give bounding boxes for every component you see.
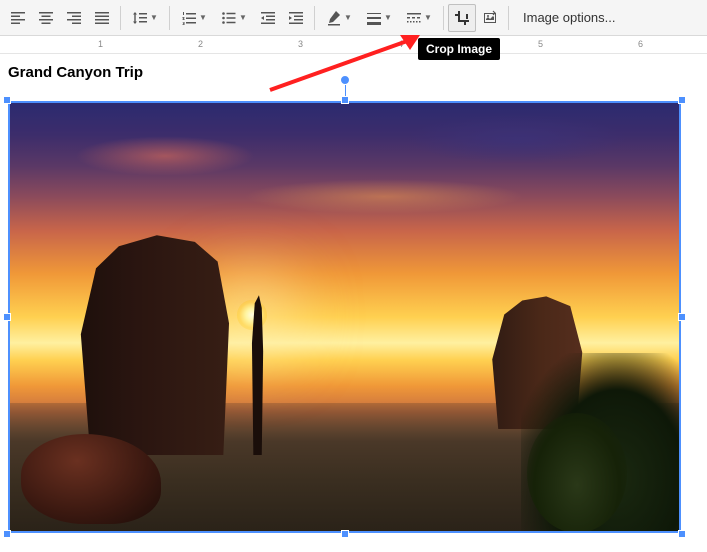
resize-handle-middle-right[interactable]	[678, 313, 686, 321]
toolbar-separator	[443, 6, 444, 30]
formatting-toolbar: ▼ ▼ ▼ ▼ ▼ ▼ Image options...	[0, 0, 707, 36]
chevron-down-icon: ▼	[384, 13, 392, 22]
resize-handle-top-left[interactable]	[3, 96, 11, 104]
border-color-button[interactable]: ▼	[319, 4, 359, 32]
chevron-down-icon: ▼	[150, 13, 158, 22]
rotate-handle[interactable]	[340, 75, 350, 85]
toolbar-separator	[508, 6, 509, 30]
numbered-list-button[interactable]: ▼	[174, 4, 214, 32]
resize-handle-bottom-middle[interactable]	[341, 530, 349, 538]
border-dash-button[interactable]: ▼	[399, 4, 439, 32]
toolbar-separator	[169, 6, 170, 30]
border-weight-button[interactable]: ▼	[359, 4, 399, 32]
increase-indent-button[interactable]	[282, 4, 310, 32]
align-right-button[interactable]	[60, 4, 88, 32]
resize-handle-bottom-right[interactable]	[678, 530, 686, 538]
horizontal-ruler: 1 2 3 4 5 6	[0, 36, 707, 54]
chevron-down-icon: ▼	[424, 13, 432, 22]
image-options-button[interactable]: Image options...	[513, 10, 626, 25]
bulleted-list-button[interactable]: ▼	[214, 4, 254, 32]
resize-handle-bottom-left[interactable]	[3, 530, 11, 538]
chevron-down-icon: ▼	[344, 13, 352, 22]
selection-border	[8, 101, 681, 533]
toolbar-separator	[314, 6, 315, 30]
align-center-button[interactable]	[32, 4, 60, 32]
align-justify-button[interactable]	[88, 4, 116, 32]
chevron-down-icon: ▼	[199, 13, 207, 22]
align-left-button[interactable]	[4, 4, 32, 32]
decrease-indent-button[interactable]	[254, 4, 282, 32]
document-title: Grand Canyon Trip	[8, 64, 699, 81]
crop-image-button[interactable]	[448, 4, 476, 32]
document-area: Grand Canyon Trip	[0, 54, 707, 543]
chevron-down-icon: ▼	[239, 13, 247, 22]
selected-image[interactable]	[8, 101, 681, 533]
line-spacing-button[interactable]: ▼	[125, 4, 165, 32]
resize-handle-middle-left[interactable]	[3, 313, 11, 321]
toolbar-separator	[120, 6, 121, 30]
resize-handle-top-middle[interactable]	[341, 96, 349, 104]
resize-handle-top-right[interactable]	[678, 96, 686, 104]
crop-image-tooltip: Crop Image	[418, 38, 500, 60]
reset-image-button[interactable]	[476, 4, 504, 32]
